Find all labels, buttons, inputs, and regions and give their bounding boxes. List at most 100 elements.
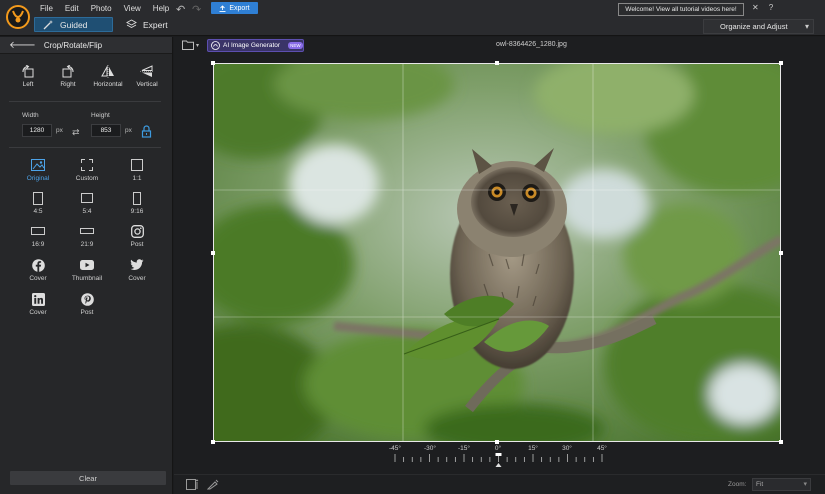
ratio-16-9[interactable]: 16:9 bbox=[16, 223, 60, 248]
canvas-area: ▾ AI Image Generator NEW owl-8364426_128… bbox=[174, 37, 825, 494]
menu-edit[interactable]: Edit bbox=[65, 3, 79, 15]
crop-handle-right[interactable] bbox=[779, 251, 783, 255]
ai-sparkle-icon bbox=[211, 41, 220, 50]
menu-file[interactable]: File bbox=[40, 3, 53, 15]
crop-handle-top[interactable] bbox=[495, 61, 499, 65]
welcome-tooltip[interactable]: Welcome! View all tutorial videos here! bbox=[618, 3, 744, 16]
rotate-left-button[interactable]: Left bbox=[8, 65, 48, 88]
crop-handle-left[interactable] bbox=[211, 251, 215, 255]
portrait-rect-icon bbox=[33, 191, 43, 205]
divider bbox=[9, 101, 161, 102]
square-icon bbox=[131, 159, 143, 171]
canvas-bottom-bar: Zoom: Fit ▾ bbox=[174, 474, 825, 494]
magic-wand-icon bbox=[43, 20, 53, 30]
landscape-rect-icon bbox=[81, 193, 93, 203]
ratio-linkedin-cover[interactable]: Cover bbox=[16, 291, 60, 316]
undo-icon[interactable]: ↶ bbox=[176, 3, 185, 16]
width-unit: px bbox=[56, 127, 63, 134]
instagram-icon bbox=[130, 224, 144, 238]
facebook-icon bbox=[31, 258, 45, 272]
ratio-custom[interactable]: Custom bbox=[65, 157, 109, 182]
image-icon bbox=[31, 159, 45, 171]
menu-bar: File Edit Photo View Help bbox=[40, 3, 181, 15]
help-icon[interactable]: ? bbox=[769, 3, 773, 12]
flip-horizontal-button[interactable]: Horizontal bbox=[88, 65, 128, 88]
flip-vertical-button[interactable]: Vertical bbox=[127, 65, 167, 88]
zoom-label: Zoom: bbox=[728, 481, 747, 488]
upload-icon bbox=[219, 4, 226, 12]
ratio-pinterest-post[interactable]: Post bbox=[65, 291, 109, 316]
zoom-select[interactable]: Fit ▾ bbox=[752, 478, 811, 491]
height-unit: px bbox=[125, 127, 132, 134]
guided-label: Guided bbox=[60, 19, 88, 30]
height-input[interactable]: 853 bbox=[91, 124, 121, 137]
flip-vertical-icon bbox=[140, 65, 154, 77]
ratio-9-16[interactable]: 9:16 bbox=[115, 190, 159, 215]
redo-icon[interactable]: ↷ bbox=[192, 3, 201, 16]
flip-horizontal-icon bbox=[101, 65, 114, 78]
ratio-1-1[interactable]: 1:1 bbox=[115, 157, 159, 182]
ratio-original[interactable]: Original bbox=[16, 157, 60, 182]
twitter-icon bbox=[130, 259, 144, 270]
lock-aspect-icon[interactable] bbox=[141, 125, 152, 138]
crop-handle-top-right[interactable] bbox=[779, 61, 783, 65]
ratio-youtube-thumbnail[interactable]: Thumbnail bbox=[65, 257, 109, 282]
menu-help[interactable]: Help bbox=[153, 3, 169, 15]
crop-panel: 🡐 Crop/Rotate/Flip Left Right Horizontal… bbox=[0, 37, 173, 494]
open-folder-button[interactable]: ▾ bbox=[182, 40, 199, 50]
menu-photo[interactable]: Photo bbox=[91, 3, 112, 15]
rotate-right-button[interactable]: Right bbox=[48, 65, 88, 88]
ratio-twitter-cover[interactable]: Cover bbox=[115, 257, 159, 282]
expert-mode-tab[interactable]: Expert bbox=[124, 17, 184, 32]
panel-header: 🡐 Crop/Rotate/Flip bbox=[0, 37, 172, 54]
export-button[interactable]: Export bbox=[211, 2, 258, 14]
ratio-instagram-post[interactable]: Post bbox=[115, 223, 159, 248]
ruler-zero-marker bbox=[495, 453, 502, 456]
width-label: Width bbox=[22, 112, 39, 119]
back-arrow-icon[interactable]: 🡐 bbox=[9, 39, 36, 51]
clear-button[interactable]: Clear bbox=[10, 471, 166, 485]
file-name: owl-8364426_1280.jpg bbox=[496, 41, 567, 48]
guided-mode-tab[interactable]: Guided bbox=[34, 17, 113, 32]
rotation-ruler[interactable]: -45° -30° -15° 0° 15° 30° 45° bbox=[387, 444, 609, 468]
close-icon[interactable]: ✕ bbox=[752, 3, 759, 12]
crop-handle-top-left[interactable] bbox=[211, 61, 215, 65]
owl-photo bbox=[214, 64, 780, 441]
menu-view[interactable]: View bbox=[124, 3, 141, 15]
app-logo bbox=[6, 5, 30, 29]
organize-dropdown[interactable]: Organize and Adjust ▾ bbox=[703, 19, 814, 34]
ratio-21-9[interactable]: 21:9 bbox=[65, 223, 109, 248]
chevron-down-icon: ▾ bbox=[804, 22, 809, 31]
height-label: Height bbox=[91, 112, 110, 119]
title-bar: File Edit Photo View Help Guided Expert … bbox=[0, 0, 825, 36]
brush-icon[interactable] bbox=[207, 479, 219, 490]
width-input[interactable]: 1280 bbox=[22, 124, 52, 137]
crop-handle-bottom-right[interactable] bbox=[779, 440, 783, 444]
ruler-marker[interactable] bbox=[495, 463, 502, 467]
compare-icon[interactable] bbox=[186, 479, 199, 490]
panel-title: Crop/Rotate/Flip bbox=[43, 40, 103, 50]
divider bbox=[9, 147, 161, 148]
ratio-4-5[interactable]: 4:5 bbox=[16, 190, 60, 215]
expert-label: Expert bbox=[143, 19, 168, 30]
linkedin-icon bbox=[31, 292, 45, 306]
rotate-left-icon bbox=[22, 65, 34, 78]
tall-rect-icon bbox=[133, 191, 141, 205]
folder-icon bbox=[182, 40, 194, 50]
pinterest-icon bbox=[80, 292, 94, 306]
ai-image-generator-button[interactable]: AI Image Generator NEW bbox=[207, 39, 304, 52]
wide-rect-icon bbox=[31, 227, 45, 235]
swap-dimensions-icon[interactable]: ⇄ bbox=[72, 127, 80, 138]
chevron-down-icon: ▾ bbox=[803, 481, 807, 488]
ratio-facebook-cover[interactable]: Cover bbox=[16, 257, 60, 282]
custom-crop-icon bbox=[81, 159, 93, 171]
rotate-right-icon bbox=[62, 65, 74, 78]
crop-handle-bottom-left[interactable] bbox=[211, 440, 215, 444]
ratio-5-4[interactable]: 5:4 bbox=[65, 190, 109, 215]
ruler-ticks bbox=[394, 453, 603, 467]
chevron-down-icon: ▾ bbox=[196, 42, 200, 49]
new-badge: NEW bbox=[288, 42, 303, 49]
layers-icon bbox=[126, 19, 137, 29]
youtube-icon bbox=[80, 260, 94, 270]
photo-canvas[interactable] bbox=[213, 63, 781, 442]
